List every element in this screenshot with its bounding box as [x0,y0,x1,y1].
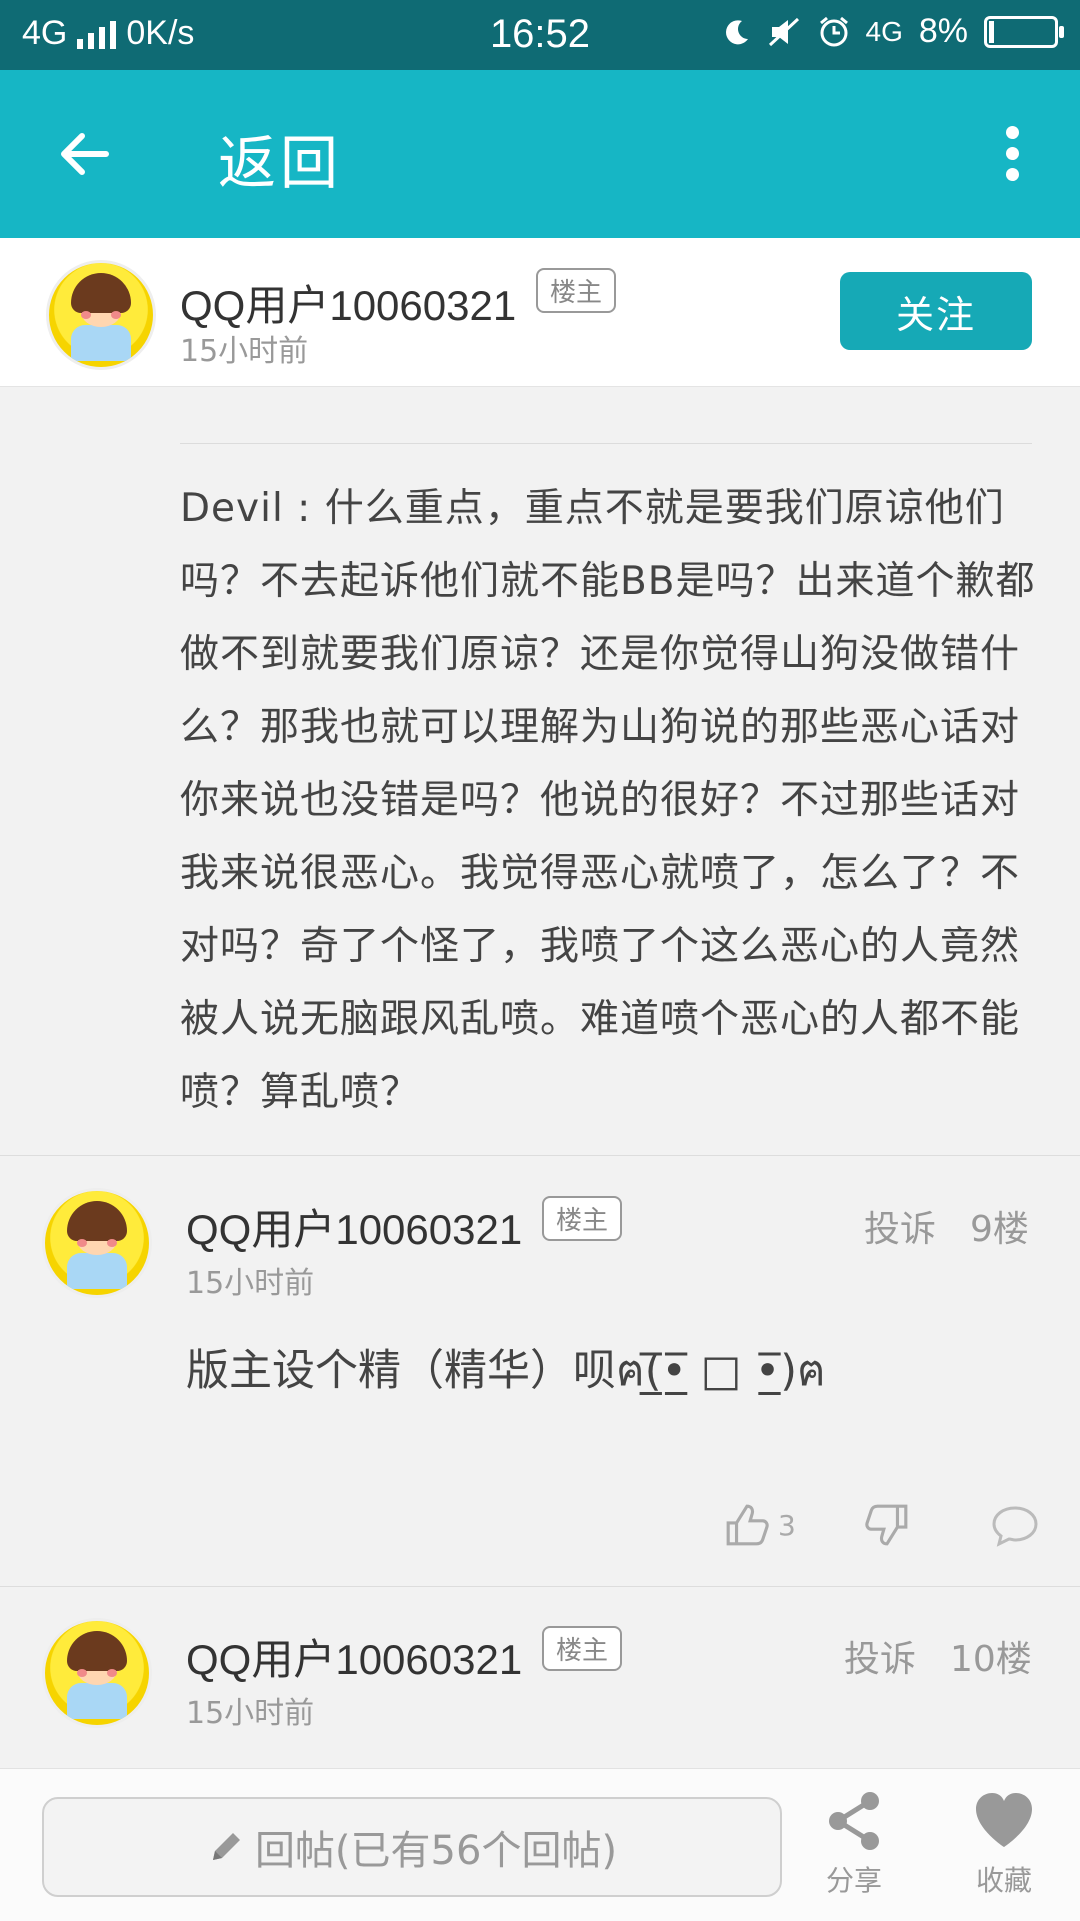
floor-time: 15小时前 [186,1266,315,1301]
reply-text: 版主设个精（精华）呗ฅ(̲̅•̲̅ □ •̲̅)ฅ [186,1346,826,1396]
favorite-label: 收藏 [975,1864,1032,1897]
app-toolbar: 返回 [0,70,1080,238]
share-label: 分享 [825,1864,882,1897]
op-badge: 楼主 [536,268,617,313]
more-vertical-icon[interactable] [1004,126,1020,182]
floor-author-name[interactable]: QQ用户10060321 [186,1196,522,1257]
report-link[interactable]: 投诉 [844,1630,916,1682]
battery-percent: 8% [918,12,968,50]
floor-number: 10楼 [950,1639,1032,1680]
back-label[interactable]: 返回 [218,116,342,200]
op-badge: 楼主 [542,1196,623,1241]
alarm-icon [819,16,848,46]
op-badge: 楼主 [542,1626,623,1671]
mute-icon [768,17,799,46]
quoted-reply-text: Devil : 什么重点，重点不就是要我们原谅他们吗？不去起诉他们就不能BB是吗… [180,486,1036,1115]
battery-icon [984,15,1064,48]
reply-input[interactable]: 回帖(已有56个回帖) [42,1797,782,1897]
pencil-icon [212,1833,240,1860]
floor-number: 9楼 [970,1209,1029,1250]
follow-button[interactable]: 关注 [840,272,1032,350]
moon-icon [725,19,748,44]
favorite-button[interactable]: 收藏 [944,1789,1064,1899]
avatar[interactable] [42,1618,152,1728]
author-time: 15小时前 [180,334,309,369]
thumbs-up-icon [726,1504,769,1546]
floor-separator [0,1586,1080,1587]
arrow-left-icon[interactable] [52,122,116,186]
floor-author-name[interactable]: QQ用户10060321 [186,1626,522,1687]
content-divider [180,443,1032,444]
floor-time: 15小时前 [186,1696,315,1731]
author-name[interactable]: QQ用户10060321 [180,272,516,333]
heart-icon [976,1793,1032,1847]
comment-bubble-icon[interactable] [990,1504,1040,1548]
floor-separator [0,1155,1080,1156]
share-button[interactable]: 分享 [794,1789,914,1899]
status-bar: 4G 0K/s 16:52 4G 8% [0,0,1080,70]
bottom-action-bar: 回帖(已有56个回帖) 分享 收藏 [0,1768,1080,1921]
report-link[interactable]: 投诉 [864,1200,936,1252]
avatar[interactable] [46,260,156,370]
network-type-right: 4G [865,15,903,47]
battery-fill [989,20,994,43]
share-icon [829,1792,879,1850]
thumbs-down-icon[interactable] [864,1502,910,1548]
like-button[interactable]: 3 [724,1502,796,1548]
status-right: 4G 8% [722,12,1064,51]
reply-placeholder: 回帖(已有56个回帖) [254,1828,618,1874]
avatar[interactable] [42,1188,152,1298]
like-count: 3 [778,1508,796,1542]
author-header: QQ用户10060321 楼主 15小时前 关注 [0,238,1080,387]
